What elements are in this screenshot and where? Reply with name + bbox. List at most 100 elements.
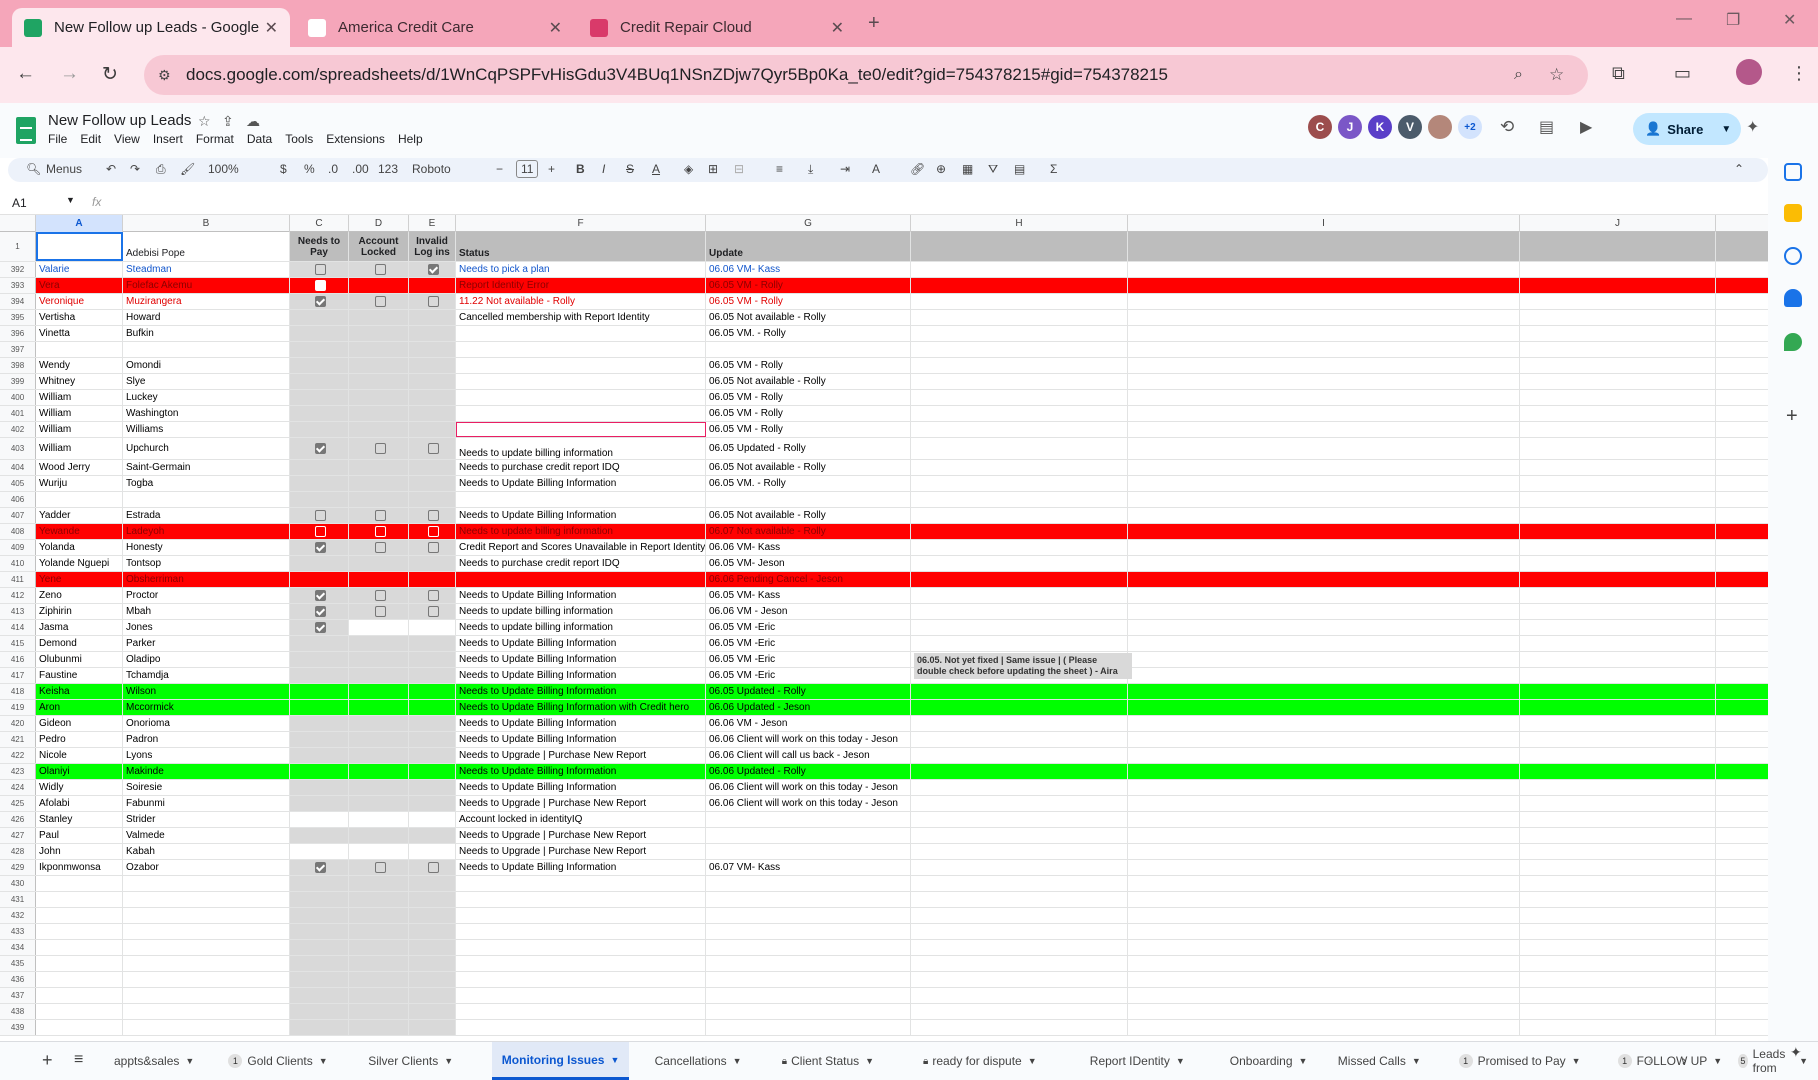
cell-update[interactable] [706, 940, 911, 955]
cell-update[interactable]: 06.05 Not available - Rolly [706, 460, 911, 475]
cell-empty[interactable] [1128, 540, 1520, 555]
header-cell[interactable]: Invalid Log ins [409, 232, 456, 261]
chevron-down-icon[interactable]: ▼ [1572, 1056, 1581, 1066]
cell-checkbox-e[interactable] [409, 620, 456, 635]
strikethrough-button[interactable]: S [626, 162, 634, 176]
column-header-a[interactable]: A [36, 215, 123, 232]
cell-status[interactable] [456, 908, 706, 923]
cell-empty[interactable] [911, 924, 1128, 939]
cell-checkbox-e[interactable] [409, 828, 456, 843]
cell-empty[interactable] [1128, 988, 1520, 1003]
checkbox[interactable] [428, 443, 439, 454]
sheets-logo-icon[interactable] [16, 117, 36, 144]
cell-last-name[interactable]: Jones [123, 620, 290, 635]
cell-update[interactable]: 06.05 VM - Rolly [706, 390, 911, 405]
decrease-decimal-button[interactable]: .0 [328, 162, 338, 176]
cell-update[interactable]: 06.05 VM. - Rolly [706, 326, 911, 341]
cell-empty[interactable] [1128, 262, 1520, 277]
cell-empty[interactable] [1128, 1020, 1520, 1035]
cell-checkbox-d[interactable] [349, 972, 409, 987]
cell-first-name[interactable]: Nicole [36, 748, 123, 763]
cell-first-name[interactable]: Whitney [36, 374, 123, 389]
cell-first-name[interactable]: Yolanda [36, 540, 123, 555]
cell-last-name[interactable] [123, 892, 290, 907]
cell-update[interactable]: 06.06 VM - Jeson [706, 604, 911, 619]
cell-empty[interactable] [1128, 358, 1520, 373]
header-cell[interactable] [911, 232, 1128, 261]
row-number[interactable]: 408 [0, 524, 36, 539]
row-number[interactable]: 424 [0, 780, 36, 795]
cell-empty[interactable] [1520, 620, 1716, 635]
cell-empty[interactable] [911, 406, 1128, 421]
sheet-tab[interactable]: Onboarding ▼ [1220, 1042, 1318, 1080]
zoom-icon[interactable]: ⌕ [1514, 66, 1523, 84]
cell-checkbox-c[interactable] [290, 604, 349, 619]
cell-last-name[interactable]: Mbah [123, 604, 290, 619]
cell-empty[interactable] [1520, 780, 1716, 795]
cell-checkbox-c[interactable] [290, 438, 349, 459]
reload-icon[interactable]: ↻ [102, 63, 118, 86]
cell-checkbox-e[interactable] [409, 540, 456, 555]
cell-checkbox-d[interactable] [349, 732, 409, 747]
cell-last-name[interactable]: Soiresie [123, 780, 290, 795]
italic-button[interactable]: I [602, 162, 605, 176]
menu-data[interactable]: Data [247, 132, 272, 146]
row-number[interactable]: 403 [0, 438, 36, 459]
cell-checkbox-e[interactable] [409, 636, 456, 651]
cell-empty[interactable] [1128, 572, 1520, 587]
cell-status[interactable] [456, 390, 706, 405]
cell-last-name[interactable]: Howard [123, 310, 290, 325]
cell-last-name[interactable] [123, 342, 290, 357]
checkbox[interactable] [428, 526, 439, 537]
cell-checkbox-d[interactable] [349, 358, 409, 373]
menu-view[interactable]: View [114, 132, 140, 146]
cell-empty[interactable] [911, 812, 1128, 827]
cell-first-name[interactable]: Yadder [36, 508, 123, 523]
cell-status[interactable] [456, 492, 706, 507]
cell-empty[interactable] [1128, 390, 1520, 405]
cell-checkbox-e[interactable] [409, 748, 456, 763]
cell-checkbox-c[interactable] [290, 294, 349, 309]
cell-checkbox-d[interactable] [349, 374, 409, 389]
cell-last-name[interactable]: Slye [123, 374, 290, 389]
cell-empty[interactable] [1520, 716, 1716, 731]
cell-checkbox-c[interactable] [290, 764, 349, 779]
cell-update[interactable]: 06.05 Not available - Rolly [706, 310, 911, 325]
browser-menu-icon[interactable]: ⋮ [1790, 63, 1808, 84]
cell-empty[interactable] [1520, 476, 1716, 491]
cell-update[interactable] [706, 1004, 911, 1019]
currency-button[interactable]: $ [280, 162, 287, 176]
cell-checkbox-c[interactable] [290, 326, 349, 341]
cell-first-name[interactable] [36, 1020, 123, 1035]
row-number[interactable]: 427 [0, 828, 36, 843]
cell-checkbox-c[interactable] [290, 716, 349, 731]
cell-empty[interactable] [1520, 390, 1716, 405]
cell-checkbox-c[interactable] [290, 476, 349, 491]
cell-update[interactable] [706, 908, 911, 923]
cell-checkbox-c[interactable] [290, 668, 349, 683]
sheet-tab[interactable]: Monitoring Issues ▼ [491, 1042, 630, 1080]
chart-icon[interactable]: ▦ [962, 162, 973, 176]
cell-last-name[interactable]: Oladipo [123, 652, 290, 667]
cell-empty[interactable] [1520, 556, 1716, 571]
cell-checkbox-e[interactable] [409, 860, 456, 875]
font-select[interactable]: Roboto [412, 162, 451, 176]
cell-checkbox-c[interactable] [290, 342, 349, 357]
cell-checkbox-d[interactable] [349, 924, 409, 939]
cell-checkbox-d[interactable] [349, 508, 409, 523]
cell-checkbox-c[interactable] [290, 310, 349, 325]
add-sheet-icon[interactable]: + [42, 1050, 53, 1071]
cell-checkbox-e[interactable] [409, 390, 456, 405]
cell-checkbox-d[interactable] [349, 278, 409, 293]
cell-status[interactable] [456, 342, 706, 357]
cell-first-name[interactable]: Vinetta [36, 326, 123, 341]
checkbox[interactable] [315, 264, 326, 275]
chevron-down-icon[interactable]: ▼ [1028, 1056, 1037, 1066]
cell-checkbox-d[interactable] [349, 700, 409, 715]
row-number[interactable]: 430 [0, 876, 36, 891]
cell-last-name[interactable]: Kabah [123, 844, 290, 859]
column-header-f[interactable]: F [456, 215, 706, 232]
browser-tab[interactable]: New Follow up Leads - Google ✕ [12, 8, 290, 47]
row-number[interactable]: 425 [0, 796, 36, 811]
address-bar[interactable]: ⚙ docs.google.com/spreadsheets/d/1WnCqPS… [144, 55, 1588, 95]
